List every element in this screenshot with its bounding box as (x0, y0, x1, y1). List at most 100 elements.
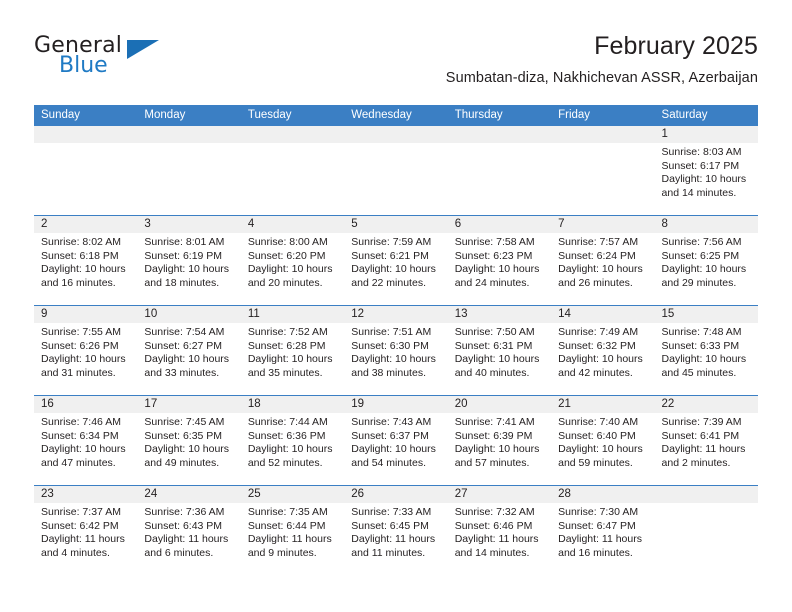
day-number: 24 (137, 486, 241, 503)
sunset-text: Sunset: 6:30 PM (351, 339, 429, 352)
day-sun-info: Sunrise: 7:57 AM Sunset: 6:24 PM Daylight:… (551, 233, 654, 290)
calendar-day-cell[interactable]: 12 Sunrise: 7:51 AM Sunset: 6:30 PM Dayligh… (344, 306, 448, 395)
calendar-day-cell[interactable]: 1 Sunrise: 8:03 AM Sunset: 6:17 PM Daylight… (654, 126, 758, 215)
calendar-day-cell[interactable]: 8 Sunrise: 7:56 AM Sunset: 6:25 PM Daylight… (654, 216, 758, 305)
day-number: 10 (137, 306, 241, 323)
calendar-weekday-header: Sunday Monday Tuesday Wednesday Thursday… (34, 105, 758, 126)
daylight-text: Daylight: 11 hours and 14 minutes. (454, 533, 539, 559)
calendar-day-cell[interactable]: 13 Sunrise: 7:50 AM Sunset: 6:31 PM Dayligh… (447, 306, 552, 395)
sunrise-text: Sunrise: 7:40 AM (558, 416, 639, 428)
calendar-day-cell[interactable]: 15 Sunrise: 7:48 AM Sunset: 6:33 PM Dayligh… (654, 306, 758, 395)
daylight-text: Daylight: 10 hours and 16 minutes. (41, 263, 126, 289)
calendar-day-cell[interactable]: 20 Sunrise: 7:41 AM Sunset: 6:39 PM Dayligh… (447, 396, 552, 485)
calendar-day-cell[interactable]: 6 Sunrise: 7:58 AM Sunset: 6:23 PM Daylight… (447, 216, 552, 305)
calendar-day-cell[interactable]: 17 Sunrise: 7:45 AM Sunset: 6:35 PM Dayligh… (137, 396, 241, 485)
calendar-day-cell[interactable]: 18 Sunrise: 7:44 AM Sunset: 6:36 PM Dayligh… (240, 396, 345, 485)
day-sun-info: Sunrise: 7:36 AM Sunset: 6:43 PM Daylight:… (137, 503, 240, 560)
calendar-day-cell[interactable]: 2 Sunrise: 8:02 AM Sunset: 6:18 PM Daylight… (34, 216, 138, 305)
page-subtitle: Sumbatan-diza, Nakhichevan ASSR, Azerbai… (445, 70, 758, 86)
calendar-day-cell[interactable]: 3 Sunrise: 8:01 AM Sunset: 6:19 PM Daylight… (137, 216, 241, 305)
daylight-text: Daylight: 10 hours and 54 minutes. (351, 443, 436, 469)
day-sun-info: Sunrise: 8:01 AM Sunset: 6:19 PM Daylight:… (137, 233, 240, 290)
day-number: 13 (447, 306, 552, 323)
calendar-week-row: 1 Sunrise: 8:03 AM Sunset: 6:17 PM Daylight… (34, 126, 758, 215)
calendar-day-cell[interactable]: 14 Sunrise: 7:49 AM Sunset: 6:32 PM Dayligh… (551, 306, 655, 395)
daylight-text: Daylight: 10 hours and 59 minutes. (558, 443, 643, 469)
page-title: February 2025 (594, 32, 758, 60)
sunset-text: Sunset: 6:47 PM (558, 519, 636, 532)
sunset-text: Sunset: 6:32 PM (558, 339, 636, 352)
calendar-day-cell-empty (137, 126, 241, 215)
sunrise-text: Sunrise: 7:43 AM (351, 416, 432, 428)
sunset-text: Sunset: 6:27 PM (144, 339, 223, 352)
calendar-day-cell[interactable]: 27 Sunrise: 7:32 AM Sunset: 6:46 PM Dayligh… (447, 486, 552, 575)
calendar-day-cell[interactable]: 5 Sunrise: 7:59 AM Sunset: 6:21 PM Daylight… (344, 216, 448, 305)
daylight-text: Daylight: 10 hours and 26 minutes. (558, 263, 643, 289)
general-blue-logo[interactable]: General Blue (34, 34, 234, 86)
sunrise-text: Sunrise: 7:59 AM (351, 236, 432, 248)
calendar-day-cell[interactable]: 28 Sunrise: 7:30 AM Sunset: 6:47 PM Dayligh… (551, 486, 655, 575)
day-number: 9 (34, 306, 138, 323)
weekday-header-tuesday: Tuesday (247, 109, 292, 121)
weekday-header-monday: Monday (144, 109, 186, 121)
calendar-day-cell-empty (344, 126, 448, 215)
day-sun-info: Sunrise: 7:50 AM Sunset: 6:31 PM Daylight:… (448, 323, 551, 380)
daylight-text: Daylight: 10 hours and 47 minutes. (41, 443, 126, 469)
daylight-text: Daylight: 10 hours and 42 minutes. (558, 353, 643, 379)
calendar-day-cell[interactable]: 22 Sunrise: 7:39 AM Sunset: 6:41 PM Dayligh… (654, 396, 758, 485)
daylight-text: Daylight: 10 hours and 35 minutes. (247, 353, 333, 379)
calendar-day-cell[interactable]: 4 Sunrise: 8:00 AM Sunset: 6:20 PM Daylight… (240, 216, 345, 305)
calendar-weeks: 1 Sunrise: 8:03 AM Sunset: 6:17 PM Daylight… (34, 126, 758, 575)
day-sun-info: Sunrise: 7:40 AM Sunset: 6:40 PM Daylight:… (551, 413, 654, 470)
daylight-text: Daylight: 10 hours and 49 minutes. (144, 443, 230, 469)
calendar-week-row: 9 Sunrise: 7:55 AM Sunset: 6:26 PM Daylight… (34, 305, 758, 395)
daylight-text: Daylight: 10 hours and 29 minutes. (661, 263, 747, 289)
calendar-day-cell-empty (34, 126, 138, 215)
sunrise-text: Sunrise: 7:51 AM (351, 326, 432, 338)
calendar-day-cell[interactable]: 7 Sunrise: 7:57 AM Sunset: 6:24 PM Daylight… (551, 216, 655, 305)
sunrise-text: Sunrise: 7:58 AM (454, 236, 535, 248)
sunset-text: Sunset: 6:46 PM (454, 519, 533, 532)
day-sun-info: Sunrise: 7:55 AM Sunset: 6:26 PM Daylight:… (34, 323, 137, 380)
daylight-text: Daylight: 11 hours and 6 minutes. (144, 533, 229, 559)
day-sun-info: Sunrise: 8:03 AM Sunset: 6:17 PM Daylight:… (655, 143, 758, 200)
day-number (654, 486, 758, 503)
calendar-day-cell[interactable]: 10 Sunrise: 7:54 AM Sunset: 6:27 PM Dayligh… (137, 306, 241, 395)
calendar-day-cell[interactable]: 24 Sunrise: 7:36 AM Sunset: 6:43 PM Dayligh… (137, 486, 241, 575)
sunrise-text: Sunrise: 7:36 AM (144, 506, 225, 518)
day-sun-info: Sunrise: 7:32 AM Sunset: 6:46 PM Daylight:… (448, 503, 551, 560)
calendar-day-cell[interactable]: 23 Sunrise: 7:37 AM Sunset: 6:42 PM Dayligh… (34, 486, 138, 575)
calendar-day-cell[interactable]: 19 Sunrise: 7:43 AM Sunset: 6:37 PM Dayligh… (344, 396, 448, 485)
day-number: 25 (240, 486, 345, 503)
calendar-day-cell[interactable]: 21 Sunrise: 7:40 AM Sunset: 6:40 PM Dayligh… (551, 396, 655, 485)
sunset-text: Sunset: 6:28 PM (247, 339, 326, 352)
page-header: General Blue February 2025 Sumbatan-diza… (34, 32, 758, 98)
sunrise-text: Sunrise: 7:56 AM (661, 236, 742, 248)
day-sun-info: Sunrise: 8:02 AM Sunset: 6:18 PM Daylight:… (34, 233, 137, 290)
calendar-day-cell[interactable]: 11 Sunrise: 7:52 AM Sunset: 6:28 PM Dayligh… (240, 306, 345, 395)
sunset-text: Sunset: 6:25 PM (661, 249, 740, 262)
day-number: 8 (654, 216, 758, 233)
day-sun-info: Sunrise: 7:43 AM Sunset: 6:37 PM Daylight:… (344, 413, 447, 470)
day-number: 14 (551, 306, 655, 323)
day-number: 20 (447, 396, 552, 413)
calendar-week-row: 2 Sunrise: 8:02 AM Sunset: 6:18 PM Daylight… (34, 215, 758, 305)
day-number (344, 126, 448, 143)
calendar-day-cell[interactable]: 16 Sunrise: 7:46 AM Sunset: 6:34 PM Dayligh… (34, 396, 138, 485)
sunset-text: Sunset: 6:31 PM (454, 339, 533, 352)
weekday-header-friday: Friday (558, 109, 591, 121)
sunrise-text: Sunrise: 8:02 AM (41, 236, 121, 248)
calendar-day-cell[interactable]: 25 Sunrise: 7:35 AM Sunset: 6:44 PM Dayligh… (240, 486, 345, 575)
sunset-text: Sunset: 6:42 PM (41, 519, 119, 532)
calendar-day-cell-empty (551, 126, 655, 215)
day-number (240, 126, 345, 143)
day-sun-info: Sunrise: 7:41 AM Sunset: 6:39 PM Daylight:… (448, 413, 551, 470)
calendar-day-cell[interactable]: 26 Sunrise: 7:33 AM Sunset: 6:45 PM Dayligh… (344, 486, 448, 575)
sunrise-text: Sunrise: 7:57 AM (558, 236, 639, 248)
sunset-text: Sunset: 6:40 PM (558, 429, 636, 442)
calendar-day-cell[interactable]: 9 Sunrise: 7:55 AM Sunset: 6:26 PM Daylight… (34, 306, 138, 395)
sunrise-text: Sunrise: 7:50 AM (454, 326, 535, 338)
daylight-text: Daylight: 10 hours and 45 minutes. (661, 353, 747, 379)
sunset-text: Sunset: 6:26 PM (41, 339, 119, 352)
sunrise-text: Sunrise: 7:54 AM (144, 326, 225, 338)
